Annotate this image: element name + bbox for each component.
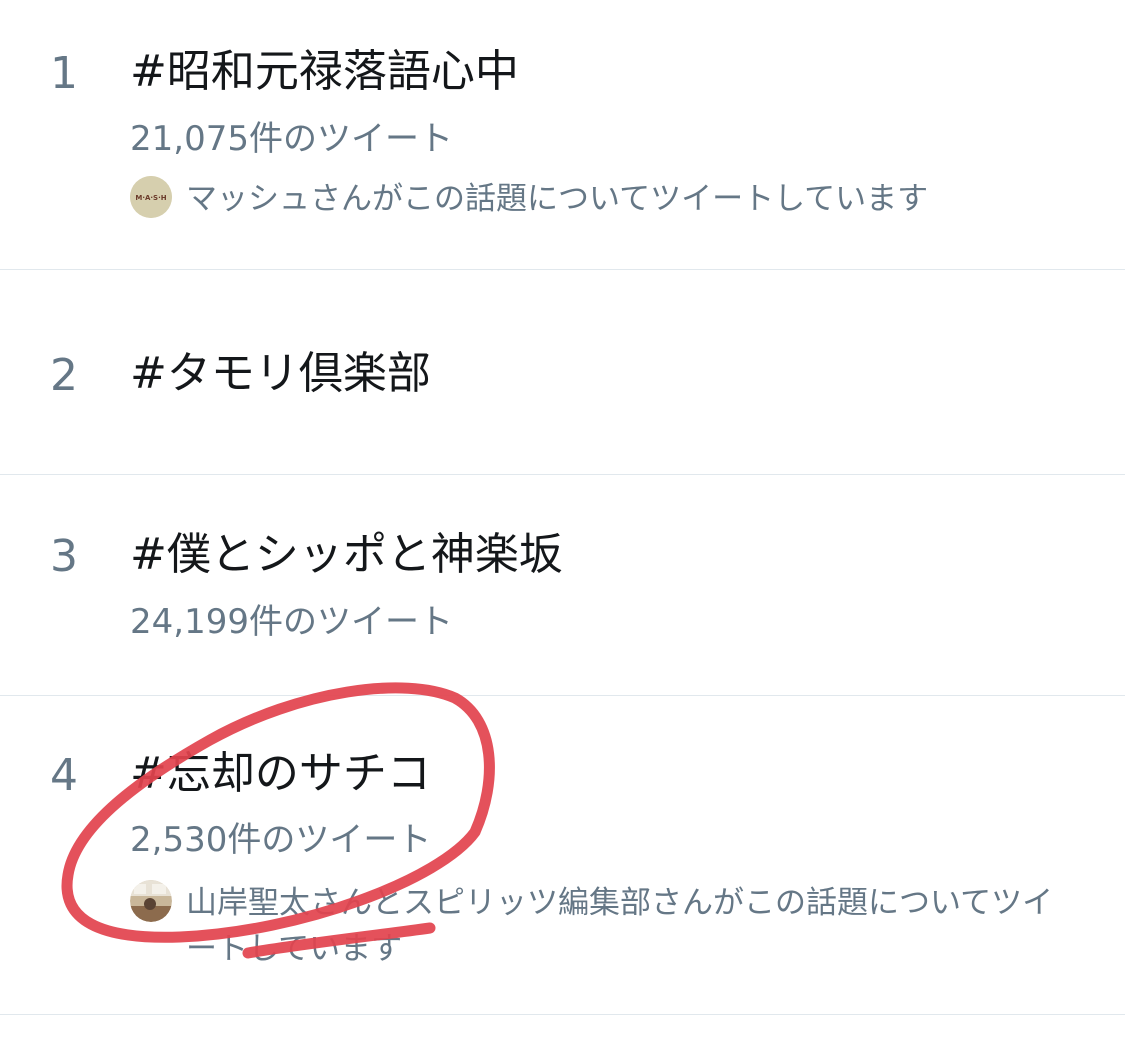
trend-rank: 1	[50, 48, 78, 99]
context-text: 山岸聖太さんとスピリッツ編集部さんがこの話題についてツイートしています	[186, 885, 1054, 967]
tweet-count: 21,075件のツイート	[130, 119, 453, 159]
user-photo-avatar-icon	[130, 880, 172, 922]
trend-topic[interactable]: #タモリ倶楽部	[130, 352, 431, 396]
trend-topic[interactable]: #昭和元禄落語心中	[130, 50, 519, 94]
trend-item-3[interactable]: 3 #僕とシッポと神楽坂 24,199件のツイート	[0, 475, 1125, 695]
mash-logo-avatar-icon: M·A·S·H	[130, 176, 172, 218]
trend-item-4[interactable]: 4 #忘却のサチコ 2,530件のツイート 山岸聖太さんとスピリッツ編集部さんが…	[0, 696, 1125, 1014]
avatar-logo-text: M·A·S·H	[135, 194, 166, 202]
trend-topic[interactable]: #僕とシッポと神楽坂	[130, 533, 563, 577]
trends-list: 1 #昭和元禄落語心中 21,075件のツイート M·A·S·H マッシュさんが…	[0, 0, 1125, 1049]
trend-rank: 3	[50, 531, 78, 582]
trend-topic[interactable]: #忘却のサチコ	[130, 752, 431, 796]
trend-rank: 2	[50, 350, 78, 401]
trend-item-2[interactable]: 2 #タモリ倶楽部	[0, 270, 1125, 474]
tweet-count: 2,530件のツイート	[130, 820, 432, 860]
tweet-count: 24,199件のツイート	[130, 602, 453, 642]
trend-item-1[interactable]: 1 #昭和元禄落語心中 21,075件のツイート M·A·S·H マッシュさんが…	[0, 0, 1125, 269]
context-text: マッシュさんがこの話題についてツイートしています	[186, 181, 929, 217]
trend-rank: 4	[50, 750, 78, 801]
divider	[0, 1014, 1125, 1015]
